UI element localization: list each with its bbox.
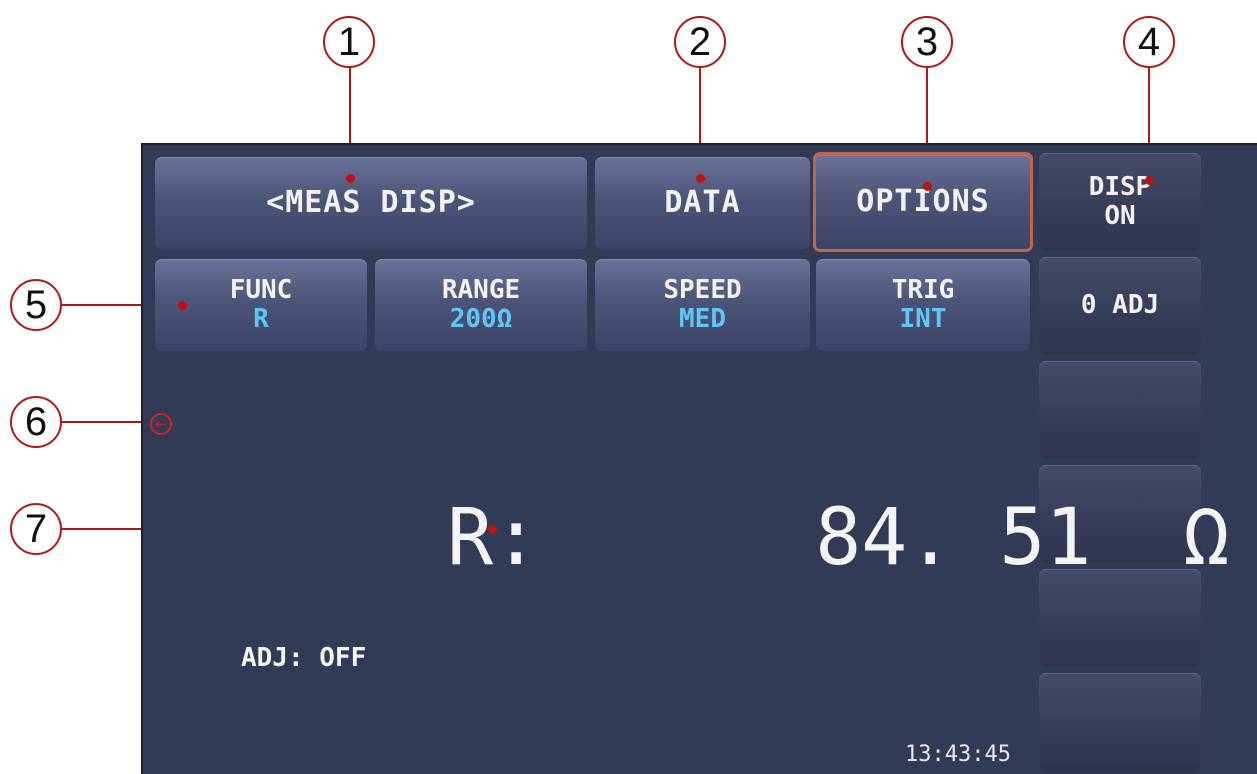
callout-4: 4 [1123, 16, 1175, 68]
callout-3: 3 [901, 16, 953, 68]
range-value: 200Ω [449, 304, 513, 334]
callout-7-dot [488, 525, 497, 534]
tab-options-label: OPTIONS [856, 184, 990, 220]
circle-arrow-left-icon: ← [150, 413, 172, 435]
callout-6-leader [60, 421, 154, 423]
func-value: R [253, 304, 269, 334]
callout-4-dot [1145, 176, 1154, 185]
disp-softkey-line1: DISP [1088, 171, 1152, 202]
trig-button[interactable]: TRIG INT [816, 259, 1030, 351]
callout-1-dot [346, 174, 355, 183]
measurement-readout: R: 84. 51 Ω [263, 421, 1229, 655]
callout-5: 5 [10, 279, 62, 331]
disp-softkey-line2: ON [1104, 201, 1136, 231]
tab-options[interactable]: OPTIONS [813, 152, 1033, 252]
trig-value: INT [899, 304, 947, 334]
clock: 13:43:45 [905, 742, 1011, 767]
zero-adj-softkey[interactable]: 0 ADJ [1039, 257, 1201, 355]
tab-meas-disp[interactable]: <MEAS DISP> [155, 157, 587, 249]
callout-2: 2 [674, 16, 726, 68]
range-label: RANGE [441, 274, 521, 305]
range-button[interactable]: RANGE 200Ω [375, 259, 587, 351]
zero-adj-label: 0 ADJ [1080, 290, 1160, 321]
callout-6: 6 [10, 396, 62, 448]
trig-label: TRIG [891, 274, 955, 305]
measurement-value: 84. 51 [815, 493, 1092, 583]
instrument-screen: <MEAS DISP> DATA OPTIONS FUNC R RANGE 20… [141, 143, 1257, 774]
callout-5-dot [178, 301, 187, 310]
tab-data-label: DATA [664, 185, 741, 221]
tab-data[interactable]: DATA [595, 157, 810, 249]
measurement-unit: Ω [1183, 493, 1230, 583]
tab-meas-disp-label: <MEAS DISP> [266, 185, 476, 221]
speed-value: MED [679, 304, 726, 334]
disp-on-softkey[interactable]: DISP ON [1039, 153, 1201, 251]
callout-1: 1 [323, 16, 375, 68]
measurement-label: R: [447, 493, 540, 583]
softkey-blank-6[interactable] [1039, 673, 1201, 773]
adj-status: ADJ: OFF [241, 643, 367, 673]
func-label: FUNC [229, 274, 293, 305]
speed-button[interactable]: SPEED MED [595, 259, 810, 351]
speed-label: SPEED [663, 274, 742, 305]
callout-7: 7 [10, 503, 62, 555]
callout-3-dot [923, 182, 932, 191]
callout-2-dot [696, 174, 705, 183]
